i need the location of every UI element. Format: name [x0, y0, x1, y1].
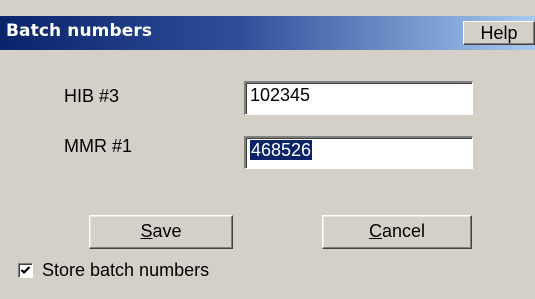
title-bar: Batch numbers Help	[0, 16, 535, 50]
batch-numbers-dialog: Batch numbers Help HIB #3 102345 MMR #1 …	[0, 0, 535, 299]
mmr-batch-value: 468526	[250, 140, 313, 160]
store-batch-checkbox[interactable]	[18, 263, 33, 278]
store-batch-label[interactable]: Store batch numbers	[42, 260, 209, 281]
window-title: Batch numbers	[6, 21, 153, 41]
mmr-label: MMR #1	[64, 136, 133, 156]
save-accelerator: S	[140, 221, 153, 241]
save-label-rest: ave	[152, 221, 182, 241]
hib-batch-value: 102345	[250, 85, 311, 105]
cancel-label-rest: ancel	[381, 221, 426, 241]
cancel-accelerator: C	[368, 221, 382, 241]
hib-batch-input[interactable]: 102345	[244, 81, 473, 115]
hib-label: HIB #3	[64, 86, 120, 106]
cancel-button[interactable]: Cancel	[322, 215, 472, 249]
help-button[interactable]: Help	[463, 21, 535, 45]
mmr-batch-input[interactable]: 468526	[244, 136, 473, 169]
save-button[interactable]: Save	[89, 215, 233, 249]
checkmark-icon	[20, 266, 31, 275]
